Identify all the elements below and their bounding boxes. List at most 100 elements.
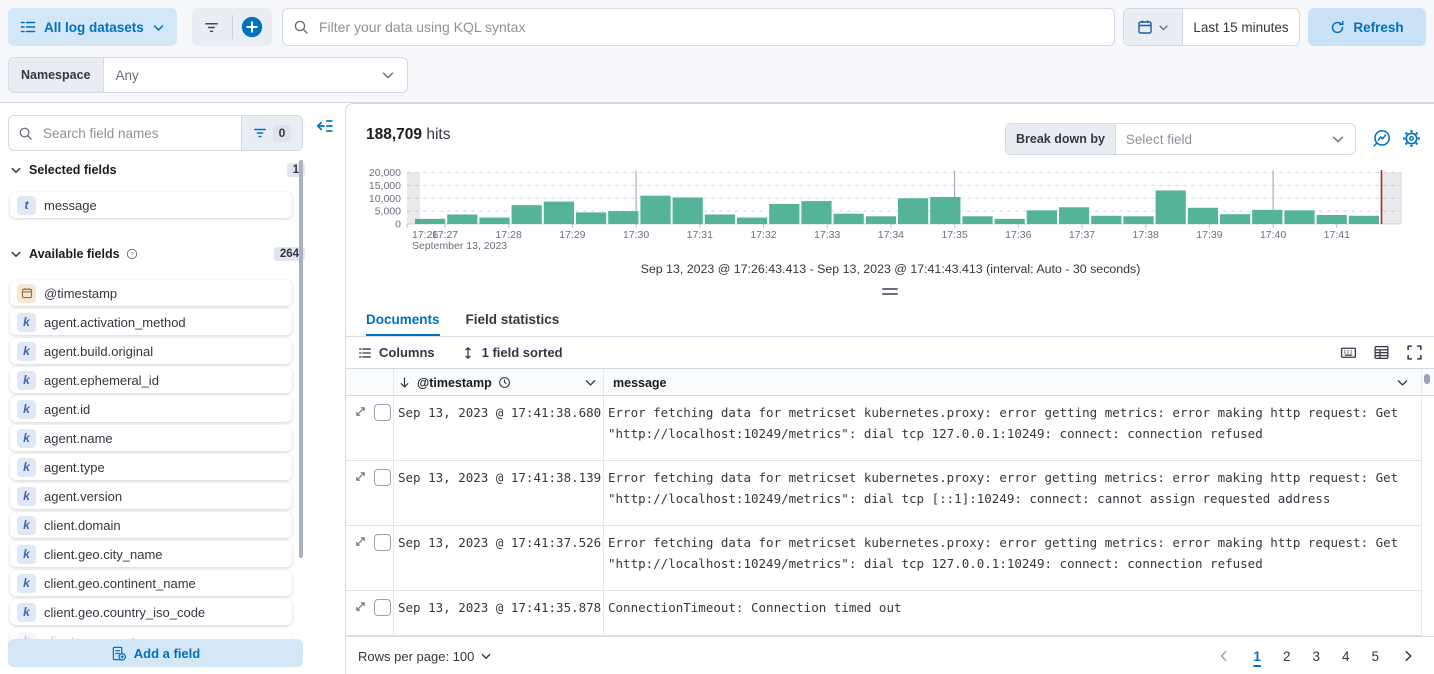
resize-handle[interactable]	[882, 288, 898, 298]
field-filter-button[interactable]: 0	[241, 116, 302, 150]
page-number-1[interactable]: 1	[1253, 649, 1261, 664]
columns-label: Columns	[379, 345, 435, 360]
filter-controls-group	[192, 8, 272, 46]
filter-funnel-icon	[204, 20, 219, 35]
svg-text:5,000: 5,000	[375, 206, 401, 218]
histogram-bar	[1091, 216, 1121, 224]
field-item[interactable]: kagent.version	[10, 483, 292, 509]
question-circle-icon: ?	[126, 248, 138, 260]
field-item[interactable]: kclient.domain	[10, 512, 292, 538]
field-item[interactable]: kagent.build.original	[10, 338, 292, 364]
svg-text:20,000: 20,000	[369, 167, 401, 179]
field-name: client.geo.continent_name	[44, 576, 196, 591]
breakdown-label: Break down by	[1006, 124, 1116, 154]
timestamp-column-menu[interactable]	[584, 369, 597, 396]
calendar-icon	[1137, 19, 1153, 35]
selected-fields-header[interactable]: Selected fields 1	[10, 163, 305, 177]
histogram-bar	[1188, 208, 1218, 224]
next-page-button[interactable]	[1401, 649, 1415, 663]
page-number-5[interactable]: 5	[1371, 649, 1379, 664]
datasets-selector-button[interactable]: All log datasets	[8, 8, 177, 46]
svg-text:17:30: 17:30	[623, 229, 649, 241]
svg-text:17:33: 17:33	[814, 229, 840, 241]
message-column-header[interactable]: message	[613, 369, 667, 396]
grid-toolbar: Columns 1 field sorted	[346, 337, 1434, 369]
sort-fields-button[interactable]: 1 field sorted	[461, 345, 563, 360]
histogram-bar	[512, 205, 542, 224]
columns-button[interactable]: Columns	[358, 345, 435, 360]
histogram-bar	[576, 212, 606, 224]
time-range-button[interactable]: Last 15 minutes	[1183, 9, 1299, 45]
namespace-value: Any	[116, 68, 139, 83]
field-item[interactable]: kagent.ephemeral_id	[10, 367, 292, 393]
svg-text:17:35: 17:35	[941, 229, 967, 241]
add-field-button[interactable]: Add a field	[8, 639, 303, 667]
lens-chart-icon	[1372, 129, 1391, 148]
field-search-input[interactable]	[41, 125, 232, 142]
breakdown-control: Break down by Select field	[1005, 123, 1356, 155]
expand-document-button[interactable]	[354, 600, 367, 613]
tab-documents[interactable]: Documents	[366, 312, 440, 336]
tab-field-statistics[interactable]: Field statistics	[466, 312, 560, 336]
document-row: Sep 13, 2023 @ 17:41:38.139Error fetchin…	[346, 461, 1421, 526]
keyboard-shortcuts-button[interactable]	[1340, 344, 1357, 361]
chart-settings-button[interactable]	[1402, 129, 1421, 148]
svg-text:17:32: 17:32	[750, 229, 776, 241]
expand-document-button[interactable]	[354, 470, 367, 483]
filter-funnel-icon	[253, 126, 267, 140]
available-fields-header[interactable]: Available fields ? 264	[10, 247, 305, 261]
page-number-3[interactable]: 3	[1312, 649, 1320, 664]
field-item[interactable]: kclient.geo.city_name	[10, 541, 292, 567]
field-name: agent.type	[44, 460, 105, 475]
grid-scrollbar[interactable]	[1424, 374, 1430, 384]
histogram-chart[interactable]: 05,00010,00015,00020,00017:2617:2717:281…	[346, 167, 1434, 251]
expand-document-button[interactable]	[354, 535, 367, 548]
select-document-checkbox[interactable]	[374, 404, 391, 421]
histogram-bar	[866, 216, 896, 224]
discover-main-panel: 188,709 hits Break down by Select field	[345, 103, 1434, 674]
chart-time-range-subtitle: Sep 13, 2023 @ 17:26:43.413 - Sep 13, 20…	[346, 262, 1434, 276]
field-item[interactable]: kclient.geo.country_iso_code	[10, 599, 292, 625]
refresh-button[interactable]: Refresh	[1308, 8, 1426, 46]
field-name: agent.version	[44, 489, 122, 504]
add-filter-button[interactable]	[233, 8, 273, 46]
fullscreen-button[interactable]	[1406, 344, 1423, 361]
date-picker-calendar-button[interactable]	[1124, 9, 1183, 45]
expand-document-button[interactable]	[354, 405, 367, 418]
filters-button[interactable]	[192, 8, 232, 46]
field-item[interactable]: @timestamp	[10, 280, 292, 306]
field-name: agent.ephemeral_id	[44, 373, 159, 388]
document-row: Sep 13, 2023 @ 17:41:38.680Error fetchin…	[346, 396, 1421, 461]
kql-query-input[interactable]	[317, 18, 1104, 36]
message-cell: Error fetching data for metricset kubern…	[608, 467, 1413, 509]
timestamp-column-header[interactable]: @timestamp	[398, 369, 511, 396]
edit-visualization-button[interactable]	[1372, 129, 1391, 148]
sidebar-scrollbar[interactable]	[299, 160, 303, 558]
select-document-checkbox[interactable]	[374, 599, 391, 616]
display-density-button[interactable]	[1373, 344, 1390, 361]
field-item[interactable]: kagent.name	[10, 425, 292, 451]
datasets-selector-label: All log datasets	[44, 20, 144, 35]
histogram-bar	[544, 202, 574, 224]
field-item[interactable]: tmessage	[10, 192, 292, 218]
breakdown-select[interactable]: Select field	[1116, 124, 1355, 154]
select-document-checkbox[interactable]	[374, 534, 391, 551]
collapse-sidebar-button[interactable]	[315, 117, 333, 135]
sorted-label: 1 field sorted	[482, 345, 563, 360]
select-document-checkbox[interactable]	[374, 469, 391, 486]
field-item[interactable]: kagent.id	[10, 396, 292, 422]
keyword-token-icon: k	[17, 516, 36, 535]
page-number-4[interactable]: 4	[1342, 649, 1350, 664]
keyword-token-icon: k	[17, 574, 36, 593]
keyword-token-icon: k	[17, 603, 36, 622]
namespace-select[interactable]: Any	[104, 58, 408, 92]
page-number-2[interactable]: 2	[1283, 649, 1291, 664]
previous-page-button[interactable]	[1217, 649, 1231, 663]
field-item[interactable]: kagent.activation_method	[10, 309, 292, 335]
histogram-bar	[1349, 216, 1379, 224]
rows-per-page-button[interactable]: Rows per page: 100	[358, 649, 492, 664]
document-row: Sep 13, 2023 @ 17:41:35.878ConnectionTim…	[346, 591, 1421, 636]
message-column-menu[interactable]	[1396, 369, 1409, 396]
field-item[interactable]: k client.geo.continent_name	[10, 570, 292, 596]
field-item[interactable]: kagent.type	[10, 454, 292, 480]
